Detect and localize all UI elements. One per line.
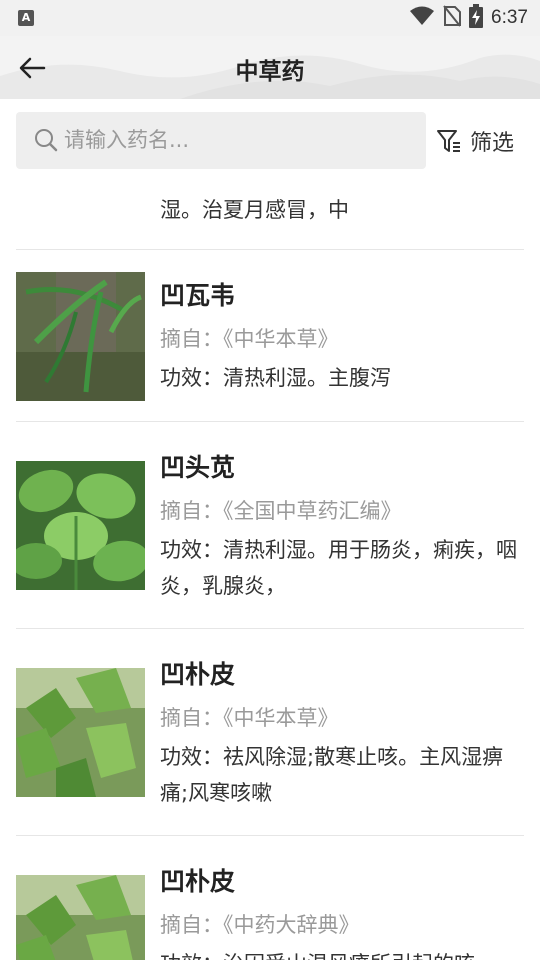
herb-thumbnail bbox=[16, 875, 145, 960]
source-prefix: 摘自： bbox=[160, 913, 223, 937]
list-item[interactable]: 凹头苋 摘自：《全国中草药汇编》 功效：清热利湿。用于肠炎，痢疾，咽炎，乳腺炎， bbox=[16, 422, 524, 629]
herb-source: 摘自：《中华本草》 bbox=[160, 702, 339, 732]
list-item[interactable]: 凹瓦韦 摘自：《中华本草》 功效：清热利湿。主腹泻 bbox=[16, 250, 524, 422]
effect-prefix: 功效： bbox=[160, 952, 223, 960]
source-title: 《中华本草》 bbox=[223, 706, 339, 730]
herb-thumbnail bbox=[16, 272, 145, 401]
herb-source: 摘自：《中华本草》 bbox=[160, 323, 339, 353]
source-title: 《全国中草药汇编》 bbox=[223, 499, 402, 523]
list-item[interactable]: 凹朴皮 摘自：《中药大辞典》 功效：治因受山温风瘴所引起的咳 bbox=[16, 836, 524, 960]
effect-prefix: 功效： bbox=[160, 538, 223, 562]
herb-thumbnail bbox=[16, 461, 145, 590]
herb-thumbnail bbox=[16, 668, 145, 797]
herb-name: 凹头苋 bbox=[160, 453, 236, 482]
herb-effect: 功效：祛风除湿;散寒止咳。主风湿痹痛;风寒咳嗽 bbox=[160, 739, 524, 811]
herb-source: 摘自：《中药大辞典》 bbox=[160, 909, 360, 939]
herb-effect: 功效：清热利湿。主腹泻 bbox=[160, 360, 524, 396]
effect-prefix: 功效： bbox=[160, 366, 223, 390]
clock-time: 6:37 bbox=[491, 7, 528, 28]
search-bar[interactable] bbox=[16, 112, 426, 169]
status-icons: 6:37 bbox=[409, 4, 528, 32]
source-title: 《中药大辞典》 bbox=[223, 913, 360, 937]
source-prefix: 摘自： bbox=[160, 327, 223, 351]
battery-charging-icon bbox=[469, 4, 484, 32]
list-item-partial[interactable]: 湿。治夏月感冒，中 bbox=[16, 180, 524, 250]
herb-name: 凹朴皮 bbox=[160, 660, 236, 689]
herb-name: 凹瓦韦 bbox=[160, 281, 236, 310]
search-input[interactable] bbox=[64, 120, 414, 160]
herb-effect: 功效：清热利湿。用于肠炎，痢疾，咽炎，乳腺炎， bbox=[160, 532, 524, 604]
herb-name: 凹朴皮 bbox=[160, 867, 236, 896]
effect-prefix: 功效： bbox=[160, 745, 223, 769]
source-prefix: 摘自： bbox=[160, 706, 223, 730]
page-title: 中草药 bbox=[235, 59, 305, 85]
herb-effect: 功效：治因受山温风瘴所引起的咳 bbox=[160, 946, 524, 960]
effect-text: 清热利湿。主腹泻 bbox=[223, 366, 391, 390]
effect-text: 治因受山温风瘴所引起的咳 bbox=[223, 952, 475, 960]
list-item[interactable]: 凹朴皮 摘自：《中华本草》 功效：祛风除湿;散寒止咳。主风湿痹痛;风寒咳嗽 bbox=[16, 629, 524, 836]
app-header: 中草药 bbox=[0, 36, 540, 99]
filter-button[interactable]: 筛选 bbox=[436, 122, 514, 160]
search-icon bbox=[35, 129, 58, 152]
source-title: 《中华本草》 bbox=[223, 327, 339, 351]
item-effect-text: 湿。治夏月感冒，中 bbox=[160, 198, 349, 222]
source-prefix: 摘自： bbox=[160, 499, 223, 523]
app-notification-icon: A bbox=[18, 10, 34, 26]
filter-icon bbox=[437, 130, 460, 152]
status-bar: A 6:37 bbox=[0, 0, 540, 36]
wifi-icon bbox=[409, 6, 435, 30]
no-sim-icon bbox=[443, 5, 462, 31]
herb-source: 摘自：《全国中草药汇编》 bbox=[160, 495, 402, 525]
filter-label: 筛选 bbox=[470, 131, 515, 156]
